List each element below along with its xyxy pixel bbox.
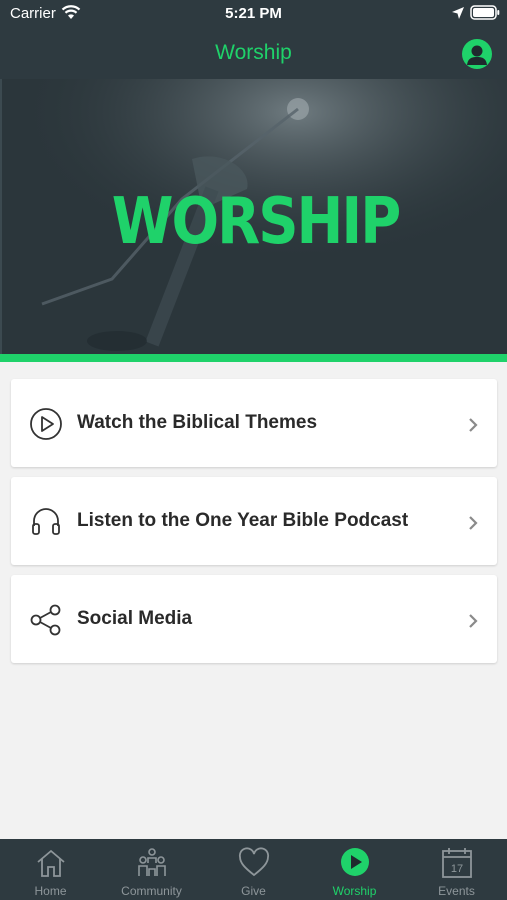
top-bar: Carrier 5:21 PM Worship [0, 0, 507, 79]
tab-give[interactable]: Give [203, 839, 304, 900]
heart-icon [238, 847, 270, 877]
battery-icon [470, 5, 500, 20]
status-bar: Carrier 5:21 PM [0, 0, 507, 28]
tab-home[interactable]: Home [0, 839, 101, 900]
tab-label: Events [438, 884, 475, 898]
community-icon [138, 848, 166, 876]
headphones-icon [32, 508, 60, 535]
menu-item-bible-podcast[interactable]: Listen to the One Year Bible Podcast [11, 477, 497, 565]
hero-accent-bar [0, 354, 507, 362]
tab-events[interactable]: 17 Events [406, 839, 507, 900]
hero-title: WORSHIP [111, 184, 402, 259]
menu-item-label: Social Media [77, 608, 193, 629]
play-circle-icon [30, 408, 62, 440]
user-icon [467, 45, 487, 65]
calendar-day: 17 [451, 863, 463, 875]
chevron-right-icon [469, 418, 478, 432]
tab-community[interactable]: Community [101, 839, 202, 900]
status-time: 5:21 PM [225, 5, 282, 22]
tab-bar: Home Community Give Worship 17 Events [0, 839, 507, 900]
chevron-right-icon [469, 614, 478, 628]
hero-banner: WORSHIP [0, 79, 507, 354]
menu-item-social-media[interactable]: Social Media [11, 575, 497, 663]
calendar-icon: 17 [442, 848, 472, 878]
tab-label: Worship [332, 884, 377, 898]
tab-label: Give [241, 884, 266, 898]
tab-label: Home [34, 884, 67, 898]
profile-button[interactable] [462, 39, 492, 69]
menu-item-label: Listen to the One Year Bible Podcast [77, 510, 409, 531]
menu-item-watch-biblical-themes[interactable]: Watch the Biblical Themes [11, 379, 497, 467]
share-icon [30, 604, 61, 636]
location-arrow-icon [452, 7, 464, 19]
tab-label: Community [121, 884, 182, 898]
home-icon [37, 849, 65, 877]
tab-worship[interactable]: Worship [304, 839, 405, 900]
play-icon [341, 848, 369, 876]
menu-item-label: Watch the Biblical Themes [77, 412, 318, 433]
page-title: Worship [215, 41, 292, 64]
chevron-right-icon [469, 516, 478, 530]
